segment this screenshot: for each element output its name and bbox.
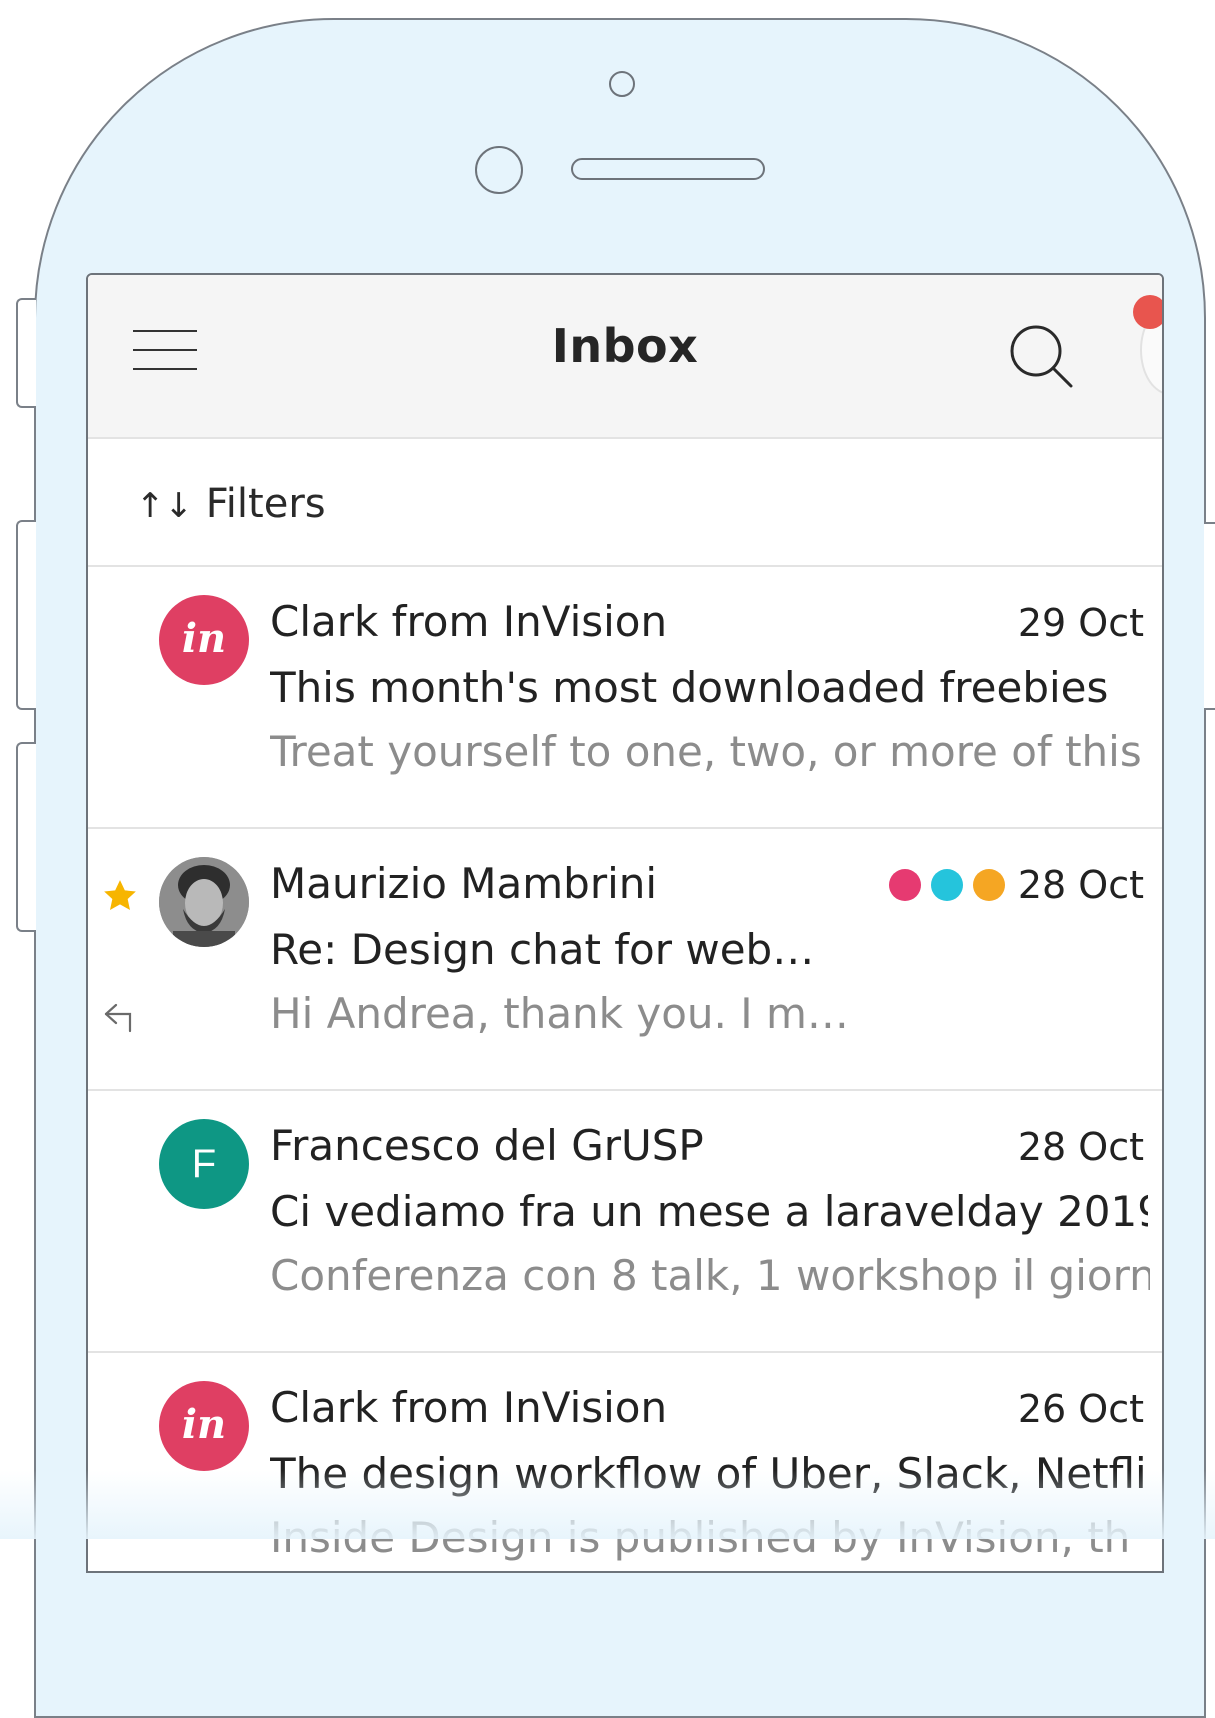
email-date: 29 Oct xyxy=(1017,601,1144,645)
search-icon[interactable] xyxy=(1006,321,1076,391)
email-subject: Ci vediamo fra un mese a laravelday 2019 xyxy=(270,1187,1148,1236)
email-preview: Hi Andrea, thank you. I m… xyxy=(270,989,849,1038)
filters-button[interactable]: ↑↓ Filters xyxy=(136,481,326,527)
email-date: 28 Oct xyxy=(1017,863,1144,907)
email-list-item[interactable]: Maurizio Mambrini 28 Oct Re: Design chat… xyxy=(88,829,1162,1091)
phone-front-sensor xyxy=(609,71,635,97)
phone-front-camera xyxy=(475,146,523,194)
email-date: 26 Oct xyxy=(1017,1387,1144,1431)
email-subject: The design workflow of Uber, Slack, Netf… xyxy=(270,1449,1147,1498)
email-date: 28 Oct xyxy=(1017,1125,1144,1169)
email-subject: Re: Design chat for web… xyxy=(270,925,815,974)
email-list-item[interactable]: in Clark from InVision 26 Oct The design… xyxy=(88,1353,1162,1571)
sender-avatar-invision: in xyxy=(159,1381,249,1471)
label-dots xyxy=(889,869,1015,901)
email-preview: Conferenza con 8 talk, 1 workshop il gio… xyxy=(270,1251,1150,1300)
email-sender: Francesco del GrUSP xyxy=(270,1121,704,1170)
phone-volume-down-button xyxy=(16,742,36,932)
star-icon[interactable] xyxy=(100,876,140,916)
email-preview: Inside Design is published by InVision, … xyxy=(270,1513,1131,1562)
email-sender: Maurizio Mambrini xyxy=(270,859,658,908)
phone-mute-switch xyxy=(16,298,36,408)
sender-avatar-letter: F xyxy=(159,1119,249,1209)
email-subject: This month's most downloaded freebies xyxy=(270,663,1109,712)
page-title: Inbox xyxy=(551,319,699,373)
phone-volume-up-button xyxy=(16,520,36,710)
email-list-item[interactable]: F Francesco del GrUSP 28 Oct Ci vediamo … xyxy=(88,1091,1162,1353)
notification-badge xyxy=(1133,295,1162,329)
filters-label: Filters xyxy=(205,481,326,527)
label-dot xyxy=(931,869,963,901)
email-sender: Clark from InVision xyxy=(270,1383,668,1432)
filter-bar[interactable]: ↑↓ Filters xyxy=(88,439,1162,567)
app-header: Inbox xyxy=(88,275,1162,439)
reply-icon xyxy=(104,1003,132,1033)
email-preview: Treat yourself to one, two, or more of t… xyxy=(270,727,1142,776)
phone-earpiece xyxy=(571,158,765,180)
label-dot xyxy=(889,869,921,901)
email-sender: Clark from InVision xyxy=(270,597,668,646)
phone-screen: Inbox ↑↓ Filters in Clark from InVision … xyxy=(86,273,1164,1573)
label-dot xyxy=(973,869,1005,901)
sort-arrows-icon: ↑↓ xyxy=(136,486,193,526)
phone-power-button xyxy=(1204,522,1215,710)
sender-avatar-photo xyxy=(159,857,249,947)
sender-avatar-invision: in xyxy=(159,595,249,685)
email-list-item[interactable]: in Clark from InVision 29 Oct This month… xyxy=(88,567,1162,829)
